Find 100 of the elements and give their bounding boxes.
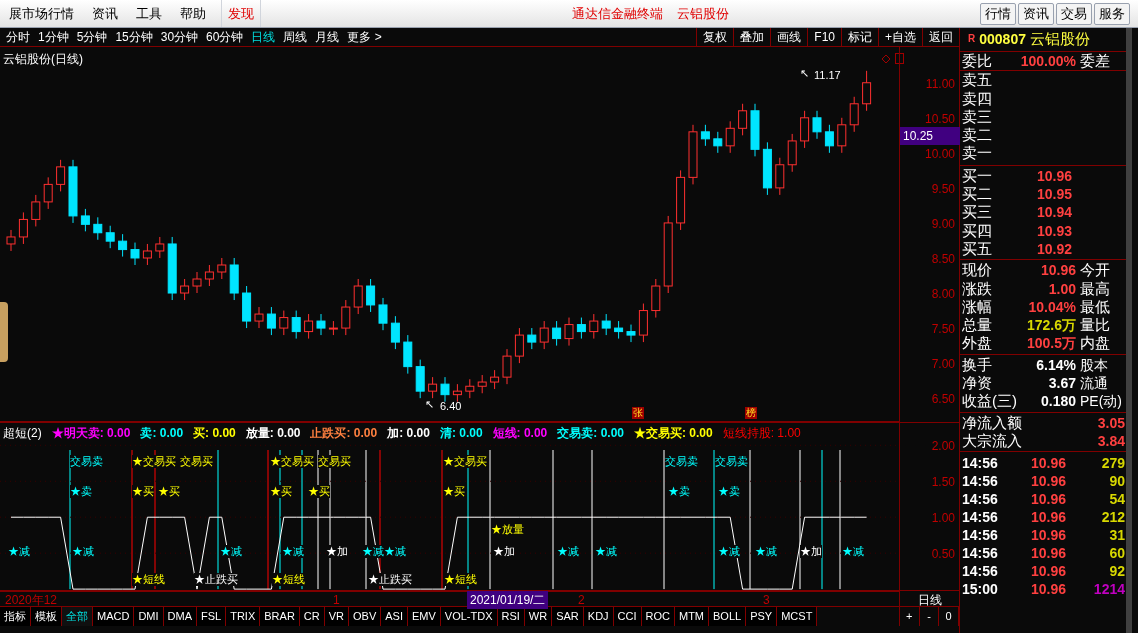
period-tab[interactable]: 更多 >: [347, 28, 382, 46]
indicator-tab[interactable]: FSL: [197, 607, 227, 626]
indicator-tab[interactable]: ASI: [381, 607, 408, 626]
indicator-tab[interactable]: VOL-TDX: [440, 607, 498, 626]
indicator-tab[interactable]: DMA: [163, 607, 197, 626]
field-value: 3.67: [1047, 374, 1076, 393]
menu-button[interactable]: 服务: [1094, 2, 1130, 25]
signal-label: ★放量: [491, 523, 524, 536]
toolbar-button[interactable]: 标记: [841, 28, 878, 46]
indicator-tab[interactable]: EMV: [407, 607, 441, 626]
menu-button[interactable]: 交易: [1056, 2, 1092, 25]
period-tab[interactable]: 30分钟: [160, 28, 199, 46]
indicator-value: 加: 0.00: [387, 424, 430, 442]
candlestick: [304, 313, 314, 340]
pointer-glyph: ↖: [800, 66, 809, 81]
candlestick: [204, 264, 214, 287]
period-tab[interactable]: 月线: [315, 28, 340, 46]
period-tab[interactable]: 1分钟: [38, 28, 69, 46]
indicator-value: ★交易买: 0.00: [634, 424, 713, 442]
candlestick: [142, 243, 152, 266]
indicator-tab[interactable]: BOLL: [709, 607, 747, 626]
candlestick: [6, 229, 16, 252]
indicator-tab[interactable]: 指标: [0, 607, 31, 626]
indicator-value: 清: 0.00: [439, 424, 483, 442]
signal-label: ★卖: [718, 485, 740, 498]
indicator-tab[interactable]: PSY: [746, 607, 778, 626]
menu-item[interactable]: 资讯: [83, 3, 127, 24]
indicator-tab[interactable]: MTM: [675, 607, 710, 626]
menu-item[interactable]: 帮助: [171, 3, 215, 24]
menu-item[interactable]: 工具: [127, 3, 171, 24]
indicator-axis-label: 2.00: [931, 438, 955, 456]
period-tab[interactable]: 60分钟: [206, 28, 244, 46]
indicator-tab[interactable]: ROC: [641, 607, 675, 626]
field-label: 换手: [962, 355, 993, 375]
window-title: 通达信金融终端: [572, 4, 663, 23]
indicator-tab[interactable]: OBV: [349, 607, 382, 626]
candlestick: [43, 176, 53, 210]
period-tab[interactable]: 15分钟: [115, 28, 153, 46]
diamond-icon[interactable]: [881, 54, 891, 64]
period-tab[interactable]: 周线: [283, 28, 308, 46]
indicator-tab[interactable]: MCST: [777, 607, 818, 626]
period-tab[interactable]: 5分钟: [76, 28, 108, 46]
toolbar-button[interactable]: F10: [807, 28, 841, 46]
indicator-tab[interactable]: VR: [324, 607, 349, 626]
indicator-tab[interactable]: TRIX: [226, 607, 261, 626]
indicator-tab[interactable]: CCI: [613, 607, 642, 626]
toolbar-button[interactable]: +自选: [878, 28, 922, 46]
field-value: 3.84: [1097, 431, 1125, 451]
signal-label: ★加: [800, 545, 822, 558]
panel-icon[interactable]: [895, 53, 904, 64]
date-cursor-label: 2021/01/19/二: [467, 591, 549, 609]
tick-time: 15:00: [962, 580, 999, 599]
candlestick: [316, 313, 326, 336]
collapse-handle[interactable]: [0, 302, 8, 362]
tick-time: 14:56: [962, 472, 999, 491]
indicator-tab[interactable]: MACD: [93, 607, 135, 626]
indicator-tab[interactable]: CR: [299, 607, 325, 626]
field-label: 股本: [1079, 355, 1108, 375]
tick-time: 14:56: [962, 544, 999, 563]
indicator-tab[interactable]: BRAR: [260, 607, 300, 626]
candlestick: [105, 225, 115, 249]
signal-label: ★减: [8, 545, 30, 558]
signal-label: ★减: [282, 545, 304, 558]
toolbar-button[interactable]: 复权: [696, 28, 734, 46]
candlestick: [217, 257, 227, 280]
period-tab[interactable]: 日线: [251, 28, 276, 46]
indicator-tab[interactable]: 全部: [62, 607, 93, 626]
zoom-button[interactable]: -: [919, 607, 940, 626]
indicator-tab[interactable]: KDJ: [583, 607, 614, 626]
price-axis-label: 11.00: [925, 75, 955, 93]
indicator-value: 卖: 0.00: [140, 424, 184, 442]
zoom-button[interactable]: 0: [939, 607, 959, 626]
toolbar-button[interactable]: 叠加: [733, 28, 771, 46]
ask-label: 卖一: [962, 144, 993, 163]
menu-button[interactable]: 行情: [980, 2, 1016, 25]
candlestick: [490, 369, 500, 390]
price-axis-label: 6.50: [931, 391, 955, 409]
zoom-button[interactable]: +: [900, 607, 920, 626]
period-tab[interactable]: 分时: [6, 28, 30, 46]
candlestick: [539, 320, 549, 350]
indicator-tab[interactable]: DMI: [134, 607, 164, 626]
indicator-axis-label: 1.00: [931, 510, 955, 528]
indicator-tab[interactable]: SAR: [552, 607, 584, 626]
candlestick: [849, 96, 859, 133]
discover-tab[interactable]: 发现: [221, 0, 261, 27]
toolbar-button[interactable]: 返回: [922, 28, 959, 46]
indicator-tab[interactable]: 模板: [31, 607, 62, 626]
candlestick: [837, 117, 847, 154]
menu-item[interactable]: 展市场行情: [0, 3, 83, 24]
tick-volume: 1214: [1092, 580, 1126, 599]
toolbar-button[interactable]: 画线: [770, 28, 808, 46]
candlestick: [576, 317, 586, 340]
signal-label: ★减: [384, 545, 406, 558]
signal-label: ★短线: [444, 573, 477, 586]
signal-label: ★加: [326, 545, 348, 558]
tick-volume: 90: [1108, 472, 1126, 491]
tick-price: 10.96: [1029, 526, 1066, 545]
field-label: 现价: [962, 261, 993, 280]
menu-button[interactable]: 资讯: [1018, 2, 1054, 25]
field-label: 净流入额: [962, 413, 1022, 432]
